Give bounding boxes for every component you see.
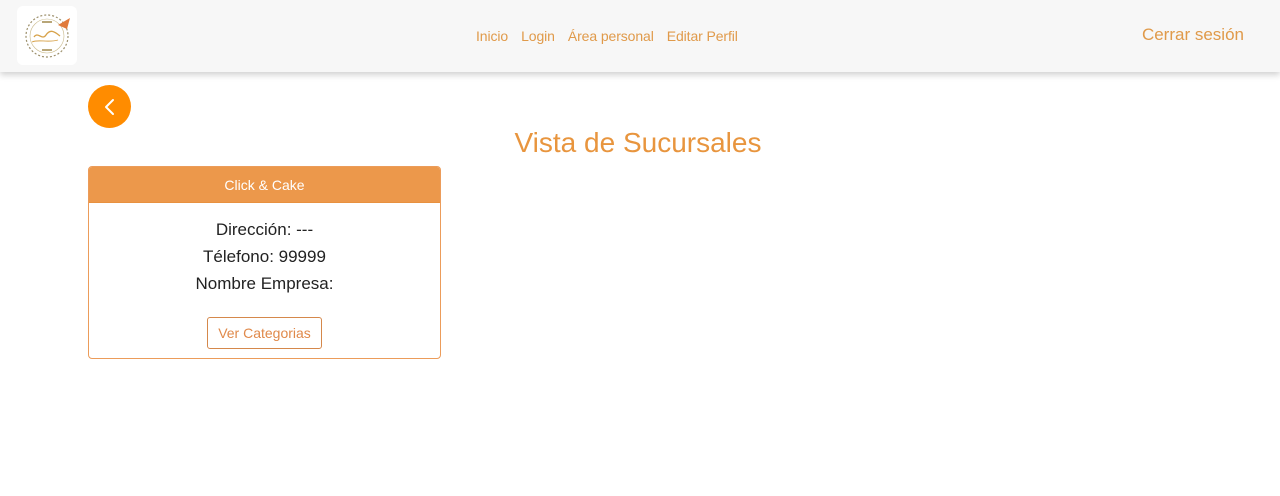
view-categories-button[interactable]: Ver Categorias xyxy=(207,317,322,349)
click-cake-logo-icon xyxy=(25,13,70,58)
chevron-left-icon xyxy=(104,98,114,115)
nav-link-inicio[interactable]: Inicio xyxy=(476,28,508,44)
card-title: Click & Cake xyxy=(89,167,440,203)
branch-address: Dirección: --- xyxy=(215,220,314,239)
logout-link[interactable]: Cerrar sesión xyxy=(1142,25,1244,45)
nav-link-login[interactable]: Login xyxy=(521,28,555,44)
branch-company: Nombre Empresa: xyxy=(195,274,334,293)
page-title: Vista de Sucursales xyxy=(514,127,762,158)
nav-links: Inicio Login Área personal Editar Perfil xyxy=(476,27,738,45)
card-body: Dirección: --- Télefono: 99999 Nombre Em… xyxy=(89,203,440,349)
nav-link-area-personal[interactable]: Área personal xyxy=(568,28,654,44)
nav-link-editar-perfil[interactable]: Editar Perfil xyxy=(667,28,738,44)
logo-icon[interactable] xyxy=(17,6,77,65)
navbar: Inicio Login Área personal Editar Perfil… xyxy=(0,0,1280,72)
branch-card: Click & Cake Dirección: --- Télefono: 99… xyxy=(88,166,441,359)
branch-phone: Télefono: 99999 xyxy=(203,247,326,266)
back-button[interactable] xyxy=(88,85,131,128)
